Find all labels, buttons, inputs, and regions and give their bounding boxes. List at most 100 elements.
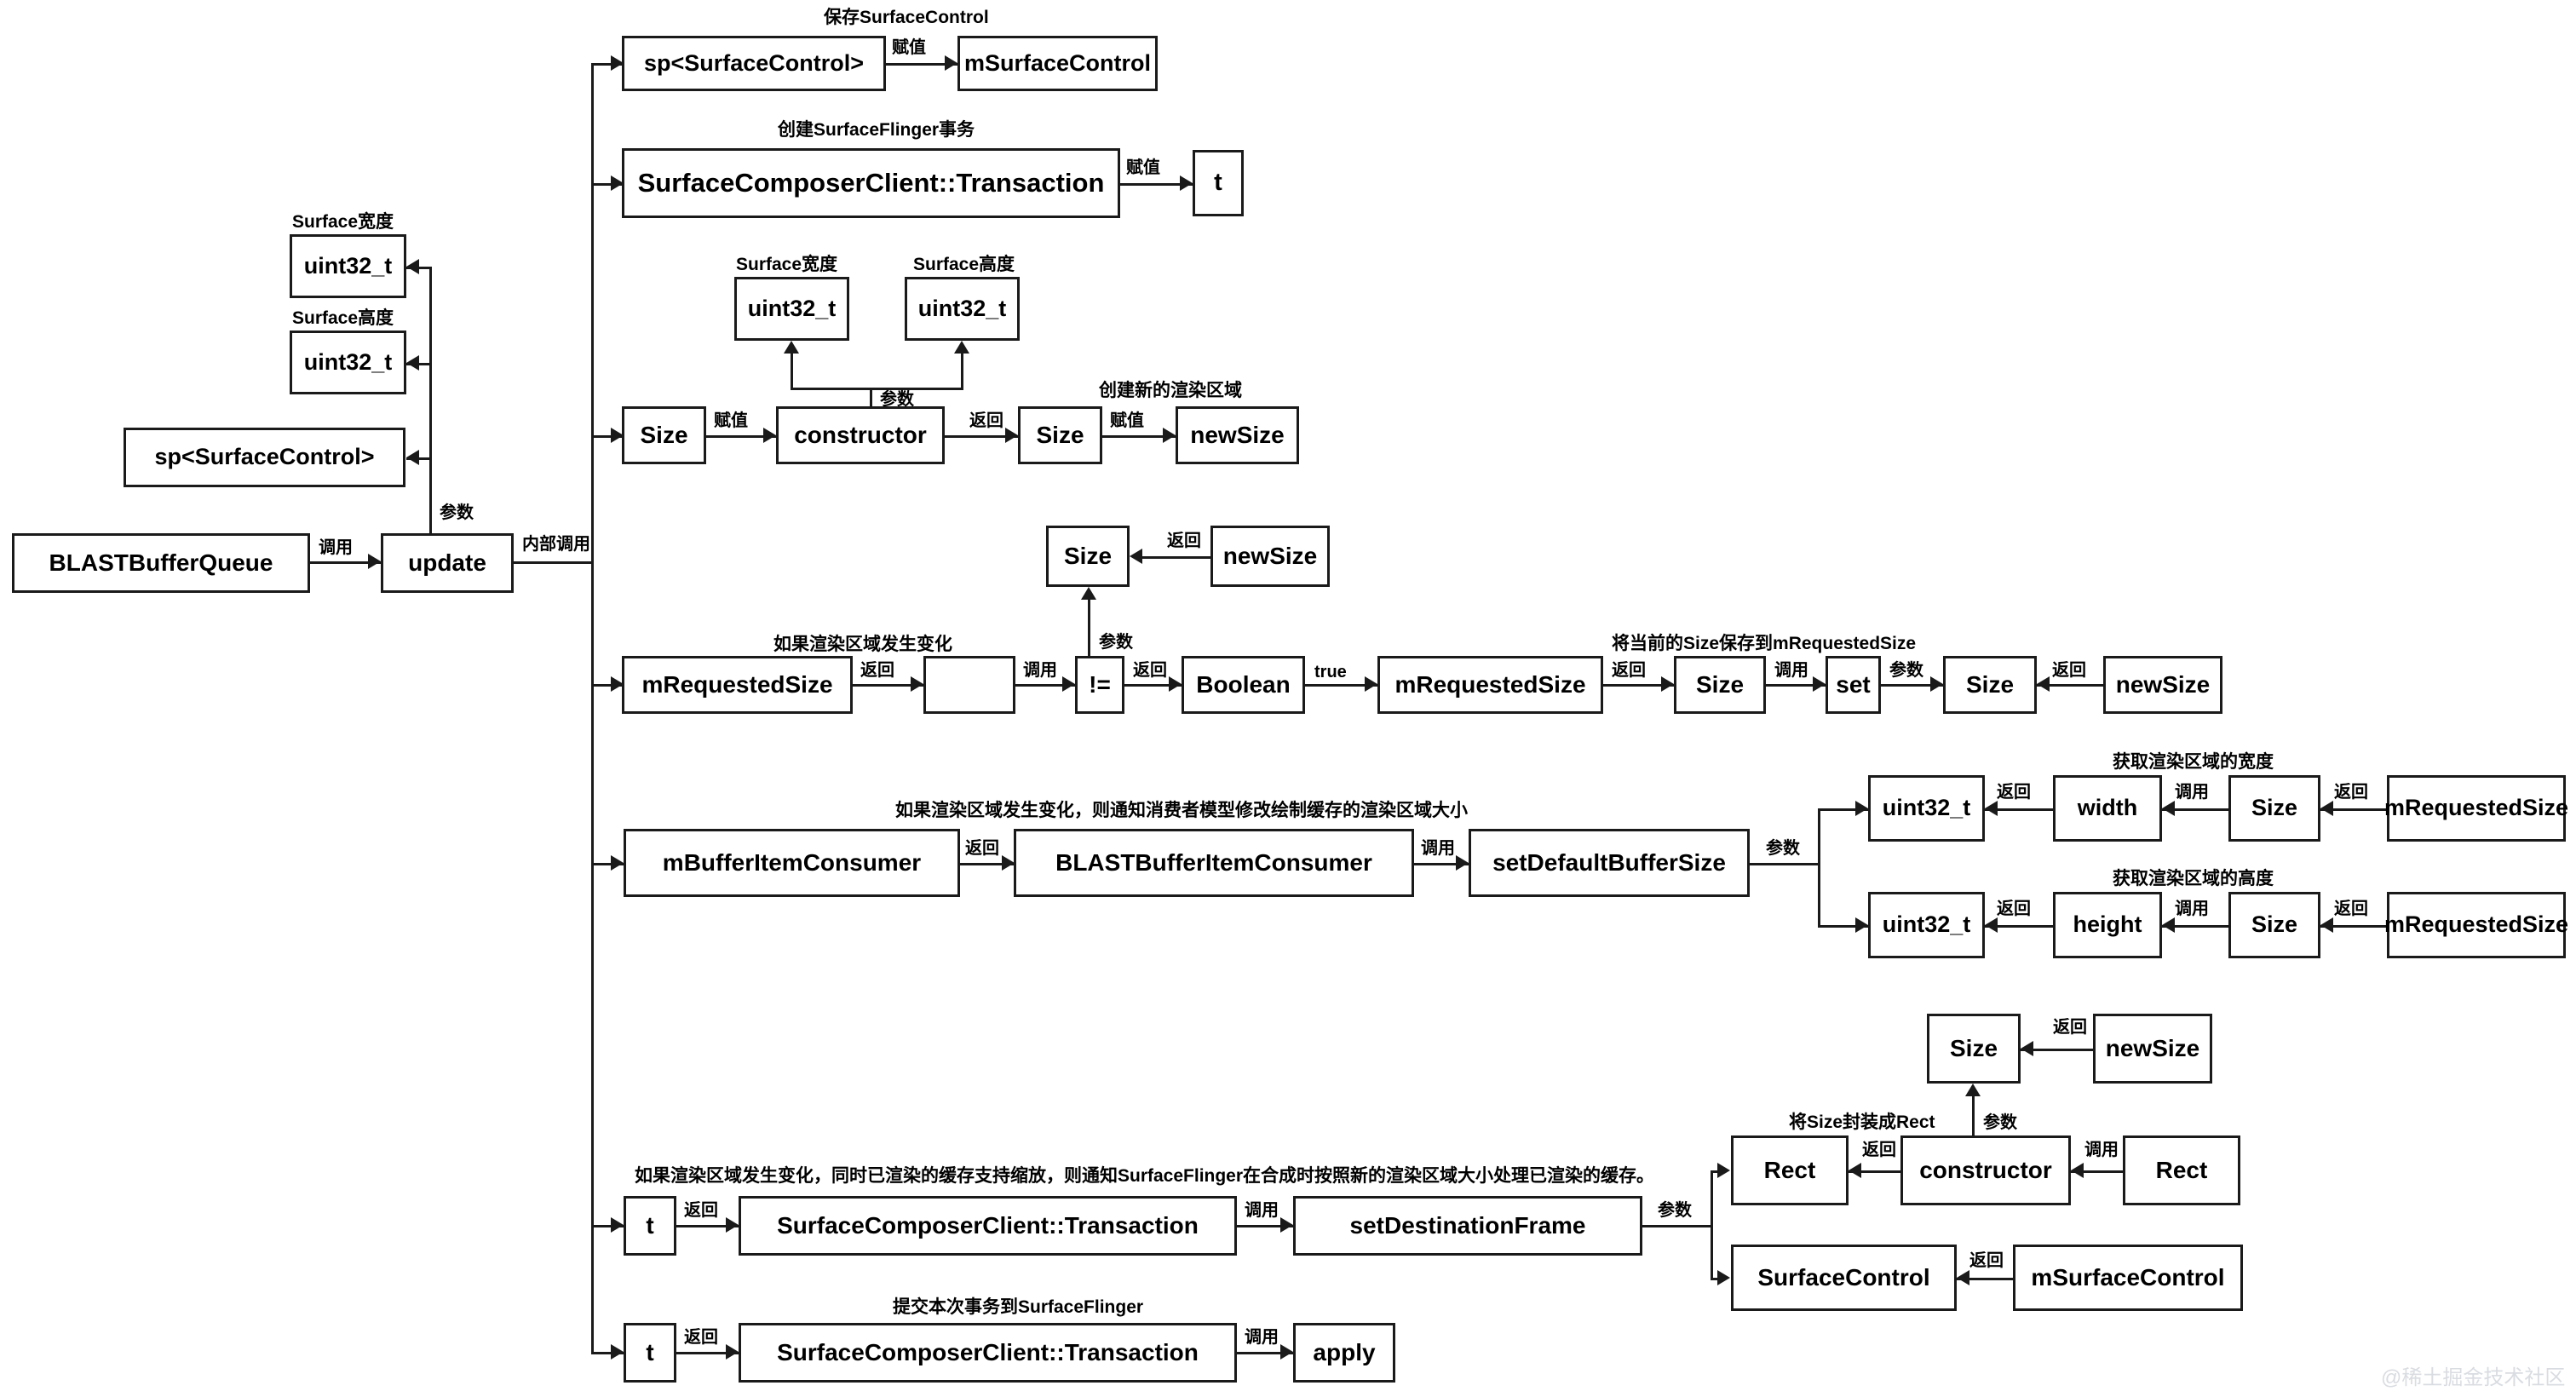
arrowhead-size-set-src bbox=[1661, 676, 1674, 692]
arrowhead-sc-back bbox=[1957, 1270, 1969, 1285]
arrowhead-size-set-back bbox=[2037, 676, 2050, 692]
label-return-msurfacecontrol-bottom: 返回 bbox=[1969, 1251, 2004, 1270]
arrowhead-size-width-back bbox=[2162, 801, 2175, 816]
label-true: true bbox=[1314, 663, 1347, 681]
label-param-update: 参数 bbox=[440, 503, 474, 522]
label-param-ctor: 参数 bbox=[880, 390, 914, 409]
label-return-cmp-top: 返回 bbox=[1167, 532, 1201, 550]
label-return-cmp: 返回 bbox=[860, 661, 894, 680]
node-blastbufferqueue: BLASTBufferQueue bbox=[12, 533, 310, 593]
label-return-width: 返回 bbox=[1997, 783, 2031, 802]
label-return-newsize-rect: 返回 bbox=[2053, 1018, 2087, 1037]
arrowhead-rect-out-back bbox=[1849, 1163, 1861, 1178]
arrowhead-sp-left bbox=[406, 450, 419, 465]
node-mrequestedsize-cmp: mRequestedSize bbox=[622, 656, 853, 714]
node-transaction-apply: SurfaceComposerClient::Transaction bbox=[739, 1323, 1237, 1383]
node-size-cmp-top: Size bbox=[1046, 526, 1130, 587]
sdbs-param-bus bbox=[1818, 808, 1820, 925]
node-uint32-h-out: uint32_t bbox=[1868, 892, 1985, 958]
caption-if-render-area-changed: 如果渲染区域发生变化 bbox=[773, 635, 952, 654]
label-return-size-h: 返回 bbox=[2334, 900, 2368, 918]
node-mrequestedsize-h: mRequestedSize bbox=[2384, 892, 2568, 958]
node-size-w: Size bbox=[2228, 775, 2320, 842]
node-set: set bbox=[1826, 656, 1881, 714]
label-return-transaction-apply: 返回 bbox=[684, 1328, 718, 1347]
caption-save-size-to-mrequestedsize: 将当前的Size保存到mRequestedSize bbox=[1612, 634, 1917, 653]
caption-create-sf-transaction: 创建SurfaceFlinger事务 bbox=[778, 120, 975, 140]
label-return-transaction-dest: 返回 bbox=[684, 1201, 718, 1220]
node-apply: apply bbox=[1293, 1323, 1395, 1383]
label-return-height: 返回 bbox=[1997, 900, 2031, 918]
arrowhead-row2-out bbox=[1180, 175, 1193, 191]
node-constructor-rect: constructor bbox=[1900, 1135, 2071, 1205]
node-t-dest: t bbox=[624, 1196, 676, 1256]
arrowhead-uint32-w-out bbox=[1855, 801, 1868, 816]
sdbs-param-out bbox=[1750, 863, 1820, 865]
label-return-boolean: 返回 bbox=[1133, 661, 1167, 680]
ctor-param-up-w bbox=[791, 354, 793, 389]
sdf-param-out bbox=[1642, 1225, 1712, 1227]
node-t-apply: t bbox=[624, 1323, 676, 1383]
node-uint32-height-left: uint32_t bbox=[290, 331, 406, 394]
node-size-set-dst: Size bbox=[1943, 656, 2037, 714]
node-msurfacecontrol-top: mSurfaceControl bbox=[957, 36, 1158, 91]
label-call-update: 调用 bbox=[319, 538, 353, 557]
node-size-h: Size bbox=[2228, 892, 2320, 958]
caption-surface-width-ctor: Surface宽度 bbox=[736, 255, 838, 274]
node-size-set-src: Size bbox=[1674, 656, 1766, 714]
label-assign-row1: 赋值 bbox=[892, 38, 926, 57]
label-call-set: 调用 bbox=[1774, 661, 1808, 680]
caption-get-render-width: 获取渲染区域的宽度 bbox=[2113, 752, 2274, 772]
arrowhead-row5-in bbox=[611, 855, 624, 871]
node-size-in-ctor: Size bbox=[622, 406, 706, 464]
node-mrequestedsize-set: mRequestedSize bbox=[1377, 656, 1603, 714]
watermark: @稀土掘金技术社区 bbox=[2381, 1366, 2566, 1389]
arrowhead-size-cmp-top bbox=[1130, 549, 1142, 564]
ctor-param-bar bbox=[791, 388, 963, 390]
arrowhead-sdf bbox=[1280, 1217, 1293, 1233]
arrowhead-boolean bbox=[1169, 676, 1182, 692]
node-width: width bbox=[2053, 775, 2162, 842]
arrowhead-uint32-h-out bbox=[1855, 917, 1868, 933]
arrowhead-uint32-h-left bbox=[406, 355, 419, 371]
arrowhead-update bbox=[368, 554, 381, 569]
update-to-trunk bbox=[514, 561, 594, 564]
arrowhead-size-cmp bbox=[911, 676, 923, 692]
sdf-param-bus bbox=[1711, 1170, 1713, 1278]
ctor-param-up-h bbox=[961, 354, 963, 389]
label-return-size-set: 返回 bbox=[1612, 661, 1646, 680]
arrowhead-transaction-apply bbox=[726, 1344, 739, 1360]
arrowhead-transaction-dest bbox=[726, 1217, 739, 1233]
node-sp-surfacecontrol-left: sp<SurfaceControl> bbox=[124, 428, 405, 487]
node-newsize-ctor: newSize bbox=[1176, 406, 1299, 464]
node-neq: != bbox=[1075, 656, 1124, 714]
label-param-rect-ctor: 参数 bbox=[1983, 1113, 2017, 1132]
label-param-sdf: 参数 bbox=[1658, 1201, 1692, 1220]
node-msurfacecontrol-bottom: mSurfaceControl bbox=[2013, 1245, 2243, 1311]
node-setdestinationframe: setDestinationFrame bbox=[1293, 1196, 1642, 1256]
arrowhead-ctor-rect-back bbox=[2071, 1163, 2084, 1178]
node-uint32-width-ctor: uint32_t bbox=[734, 277, 849, 341]
node-mbufferitemconsumer: mBufferItemConsumer bbox=[624, 829, 960, 897]
node-surfacecontrol-bottom: SurfaceControl bbox=[1731, 1245, 1957, 1311]
arrowhead-ctor-w bbox=[784, 341, 799, 354]
label-return-size-w: 返回 bbox=[2334, 783, 2368, 802]
node-size-out-ctor: Size bbox=[1018, 406, 1102, 464]
arrowhead-height-back bbox=[1985, 917, 1998, 933]
arrowhead-sc-in bbox=[1717, 1270, 1730, 1285]
caption-notify-surfaceflinger-scale: 如果渲染区域发生变化，同时已渲染的缓存支持缩放，则通知SurfaceFlinge… bbox=[635, 1166, 1655, 1186]
label-param-set: 参数 bbox=[1889, 661, 1923, 680]
arrowhead-set bbox=[1813, 676, 1826, 692]
node-rect-out: Rect bbox=[1731, 1135, 1849, 1205]
arrowhead-blastconsumer bbox=[1002, 855, 1015, 871]
diagram-canvas: 保存SurfaceControl sp<SurfaceControl> 赋值 m… bbox=[0, 0, 2576, 1397]
arrowhead-size-h-back bbox=[2320, 917, 2333, 933]
label-call-setdestinationframe: 调用 bbox=[1245, 1201, 1279, 1220]
caption-notify-consumer: 如果渲染区域发生变化，则通知消费者模型修改绘制缓存的渲染区域大小 bbox=[895, 801, 1468, 820]
arrowhead-ctor-h bbox=[954, 341, 969, 354]
label-return-blastconsumer: 返回 bbox=[965, 839, 999, 858]
caption-surface-width-left: Surface宽度 bbox=[292, 212, 394, 232]
arrowhead-rect-ctor-param bbox=[1965, 1084, 1981, 1096]
label-param-sdbs: 参数 bbox=[1766, 839, 1800, 858]
node-transaction-dest: SurfaceComposerClient::Transaction bbox=[739, 1196, 1237, 1256]
